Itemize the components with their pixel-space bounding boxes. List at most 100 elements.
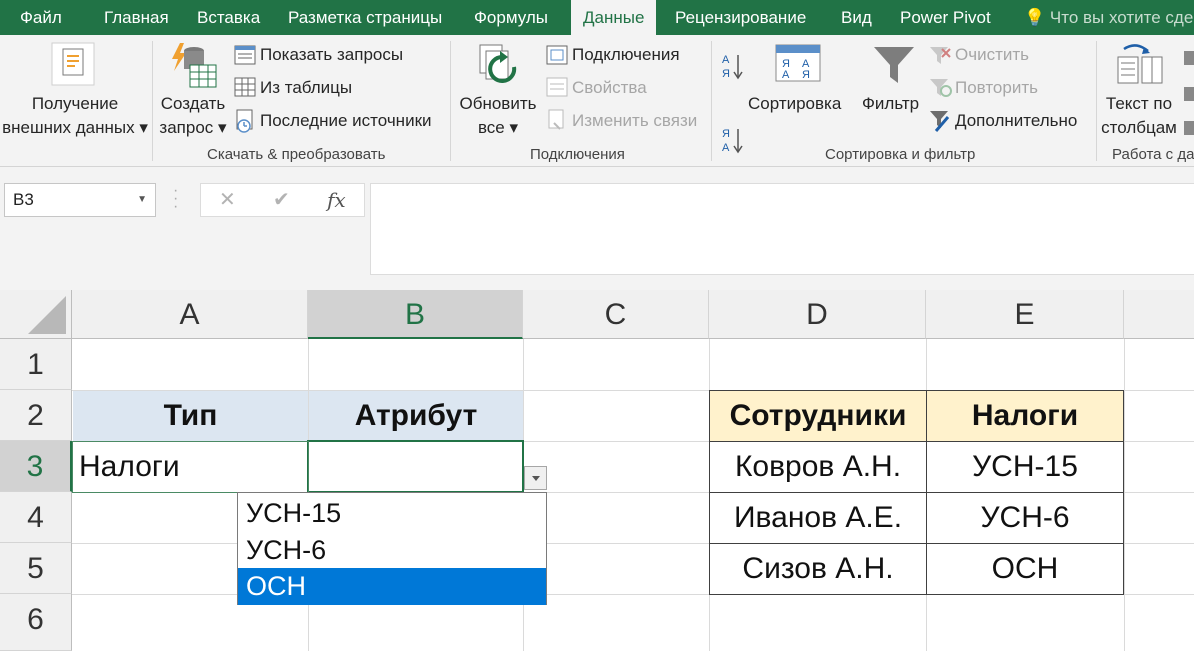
row-header-4[interactable]: 4 (0, 492, 72, 543)
formula-input[interactable] (370, 183, 1194, 275)
recent-sources-icon (234, 109, 258, 138)
select-all-button[interactable] (0, 290, 72, 339)
column-header-e[interactable]: E (926, 290, 1124, 339)
name-box[interactable]: B3 ▼ (4, 183, 156, 217)
group-separator (711, 41, 712, 161)
tell-me-placeholder: Что вы хотите сде (1049, 8, 1194, 27)
ribbon-tab-bar: Файл Главная Вставка Разметка страницы Ф… (0, 0, 1194, 35)
insert-function-icon[interactable]: fx (327, 184, 346, 216)
sort-z-to-a-icon[interactable]: ЯА (720, 125, 744, 160)
column-header-b[interactable]: B (308, 290, 523, 339)
get-external-data-icon (50, 41, 96, 92)
row-header-3[interactable]: 3 (0, 441, 72, 492)
row-header-6[interactable]: 6 (0, 594, 72, 651)
get-external-data-label-2: внешних данных ▾ (2, 118, 148, 137)
connections-button[interactable]: Подключения (572, 45, 680, 65)
tab-file[interactable]: Файл (20, 0, 62, 35)
svg-text:А: А (782, 69, 790, 81)
edit-links-icon (546, 109, 568, 136)
validation-dropdown-button[interactable] (524, 466, 547, 490)
cell-b2[interactable]: Атрибут (309, 391, 523, 441)
get-external-data-label-1: Получение (31, 94, 119, 113)
svg-text:А: А (722, 142, 730, 154)
cell-e4[interactable]: УСН-6 (926, 492, 1124, 544)
filter-icon (872, 43, 916, 92)
formula-bar-area: B3 ▼ · · · ✕ ✔ fx (0, 167, 1194, 290)
cell-a3-border (72, 441, 309, 493)
cell-e5[interactable]: ОСН (926, 543, 1124, 595)
properties-button[interactable]: Свойства (572, 78, 647, 98)
dropdown-option-usn15[interactable]: УСН-15 (238, 495, 546, 532)
tab-power-pivot[interactable]: Power Pivot (900, 0, 991, 35)
new-query-icon (166, 41, 218, 96)
row-header-1[interactable]: 1 (0, 339, 72, 390)
text-to-columns-icon (1116, 43, 1164, 92)
cancel-icon[interactable]: ✕ (219, 184, 236, 216)
get-external-data-button[interactable]: Получение внешних данных ▾ (0, 92, 150, 140)
text-to-columns-label-2: столбцам (1101, 118, 1177, 137)
tab-review[interactable]: Рецензирование (675, 0, 806, 35)
cell-d2[interactable]: Сотрудники (709, 390, 927, 442)
svg-text:А: А (722, 54, 730, 66)
svg-text:Я: Я (722, 68, 730, 80)
column-header-c[interactable]: C (523, 290, 709, 339)
dropdown-option-usn6[interactable]: УСН-6 (238, 532, 546, 569)
new-query-button[interactable]: Создать запрос ▾ (152, 92, 234, 140)
clear-filter-icon (928, 45, 952, 72)
tab-view[interactable]: Вид (841, 0, 872, 35)
column-header-a[interactable]: A (72, 290, 308, 339)
cell-d5[interactable]: Сизов А.Н. (709, 543, 927, 595)
clear-filter-button[interactable]: Очистить (955, 45, 1029, 65)
group-separator (450, 41, 451, 161)
column-header-f[interactable] (1124, 290, 1194, 339)
row-header-2[interactable]: 2 (0, 390, 72, 441)
refresh-all-icon (474, 41, 526, 96)
data-tools-small-icons (1184, 49, 1194, 144)
group-label-sort-filter: Сортировка и фильтр (825, 146, 976, 163)
refresh-all-button[interactable]: Обновить все ▾ (452, 92, 544, 140)
tab-data[interactable]: Данные (571, 0, 657, 35)
svg-text:Я: Я (722, 128, 730, 140)
refresh-all-label-1: Обновить (459, 94, 537, 113)
cell-d4[interactable]: Иванов А.Е. (709, 492, 927, 544)
filter-button[interactable]: Фильтр (862, 94, 919, 114)
properties-icon (546, 77, 568, 102)
text-to-columns-button[interactable]: Текст по столбцам (1096, 92, 1182, 140)
gridline (1124, 339, 1125, 651)
name-box-value: B3 (13, 190, 34, 209)
dropdown-option-osn[interactable]: ОСН (238, 568, 546, 605)
row-header-5[interactable]: 5 (0, 543, 72, 594)
tab-insert[interactable]: Вставка (197, 0, 260, 35)
advanced-filter-button[interactable]: Дополнительно (955, 111, 1077, 131)
tab-page-layout[interactable]: Разметка страницы (288, 0, 442, 35)
new-query-label-1: Создать (160, 94, 226, 113)
tab-home[interactable]: Главная (104, 0, 169, 35)
sort-button[interactable]: Сортировка (748, 94, 841, 114)
tell-me-search[interactable]: 💡 Что вы хотите сде (1024, 0, 1193, 35)
edit-links-button[interactable]: Изменить связи (572, 111, 697, 131)
tab-formulas[interactable]: Формулы (474, 0, 548, 35)
column-header-d[interactable]: D (709, 290, 926, 339)
formula-buttons: ✕ ✔ fx (200, 183, 365, 217)
advanced-filter-icon (928, 109, 952, 138)
sort-dialog-icon: ЯААЯ (774, 43, 822, 88)
text-to-columns-label-1: Текст по (1105, 94, 1173, 113)
group-label-data-tools: Работа с да (1112, 146, 1194, 163)
reapply-filter-button[interactable]: Повторить (955, 78, 1038, 98)
new-query-label-2: запрос ▾ (159, 118, 227, 137)
from-table-button[interactable]: Из таблицы (260, 78, 352, 98)
recent-sources-button[interactable]: Последние источники (260, 111, 432, 131)
show-queries-button[interactable]: Показать запросы (260, 45, 403, 65)
from-table-icon (234, 77, 256, 102)
cell-d3[interactable]: Ковров А.Н. (709, 441, 927, 493)
active-cell-border (307, 440, 524, 493)
chevron-down-icon[interactable]: ▼ (137, 184, 147, 216)
cell-e3[interactable]: УСН-15 (926, 441, 1124, 493)
sort-a-to-z-icon[interactable]: АЯ (720, 51, 744, 86)
lightbulb-icon: 💡 (1024, 8, 1046, 27)
cell-a2[interactable]: Тип (73, 391, 308, 441)
ribbon-data: Получение внешних данных ▾ Создать запро… (0, 35, 1194, 167)
cell-e2[interactable]: Налоги (926, 390, 1124, 442)
enter-icon[interactable]: ✔ (273, 184, 290, 216)
formula-bar-resize-handle[interactable]: · · · (173, 183, 178, 215)
